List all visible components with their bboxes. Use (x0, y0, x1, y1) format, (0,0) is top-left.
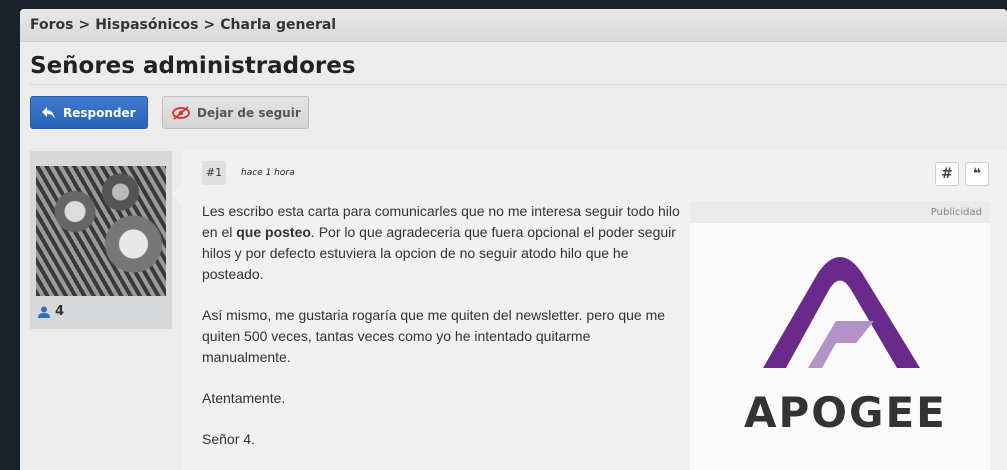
post-bold-text: que posteo (236, 224, 311, 240)
breadcrumb-item-foros[interactable]: Foros (30, 17, 73, 33)
post-body: Les escribo esta carta para comunicarles… (202, 201, 680, 470)
post-paragraph: Señor 4. (202, 431, 255, 447)
user-count-value: 4 (55, 304, 65, 319)
ad-brand-text: APOGEE (744, 388, 947, 437)
avatar[interactable] (36, 166, 166, 296)
page-title: Señores administradores (30, 53, 356, 79)
reply-button[interactable]: Responder (30, 96, 148, 129)
ad-label: Publicidad (930, 207, 982, 218)
post-paragraph: Les escribo esta carta para comunicarles… (202, 201, 680, 285)
breadcrumb-item-hispasonicos[interactable]: Hispasónicos (95, 17, 198, 33)
apogee-logo-icon (763, 257, 920, 368)
post: #1 hace 1 hora # ❝ Les escribo esta cart… (182, 151, 1007, 470)
unfollow-button-label: Dejar de seguir (197, 105, 301, 120)
title-divider (30, 84, 1007, 85)
post-paragraph: Atentamente. (202, 390, 286, 406)
user-icon (38, 306, 50, 318)
breadcrumb-separator: > (78, 17, 91, 33)
user-count: 4 (37, 304, 64, 319)
reply-button-label: Responder (63, 105, 136, 120)
post-number[interactable]: #1 (202, 161, 226, 185)
breadcrumb-separator: > (203, 17, 216, 33)
forum-page: Foros > Hispasónicos > Charla general Se… (20, 9, 1007, 470)
post-pointer (172, 183, 182, 205)
breadcrumb: Foros > Hispasónicos > Charla general (20, 9, 1007, 42)
ad-creative[interactable]: APOGEE (690, 223, 990, 470)
breadcrumb-item-charla-general[interactable]: Charla general (220, 17, 336, 33)
eye-slash-icon (172, 105, 190, 120)
post-timestamp: hace 1 hora (241, 168, 295, 178)
permalink-button[interactable]: # (935, 162, 959, 186)
unfollow-button[interactable]: Dejar de seguir (162, 96, 309, 129)
reply-arrow-icon (42, 106, 55, 119)
quote-icon: ❝ (972, 166, 982, 182)
quote-button[interactable]: ❝ (965, 162, 989, 186)
hash-icon: # (941, 166, 953, 182)
post-paragraph: Así mismo, me gustaria rogaría que me qu… (202, 307, 666, 365)
advertisement[interactable]: Publicidad APOGEE (690, 201, 990, 470)
post-author-panel: 4 (30, 151, 172, 329)
